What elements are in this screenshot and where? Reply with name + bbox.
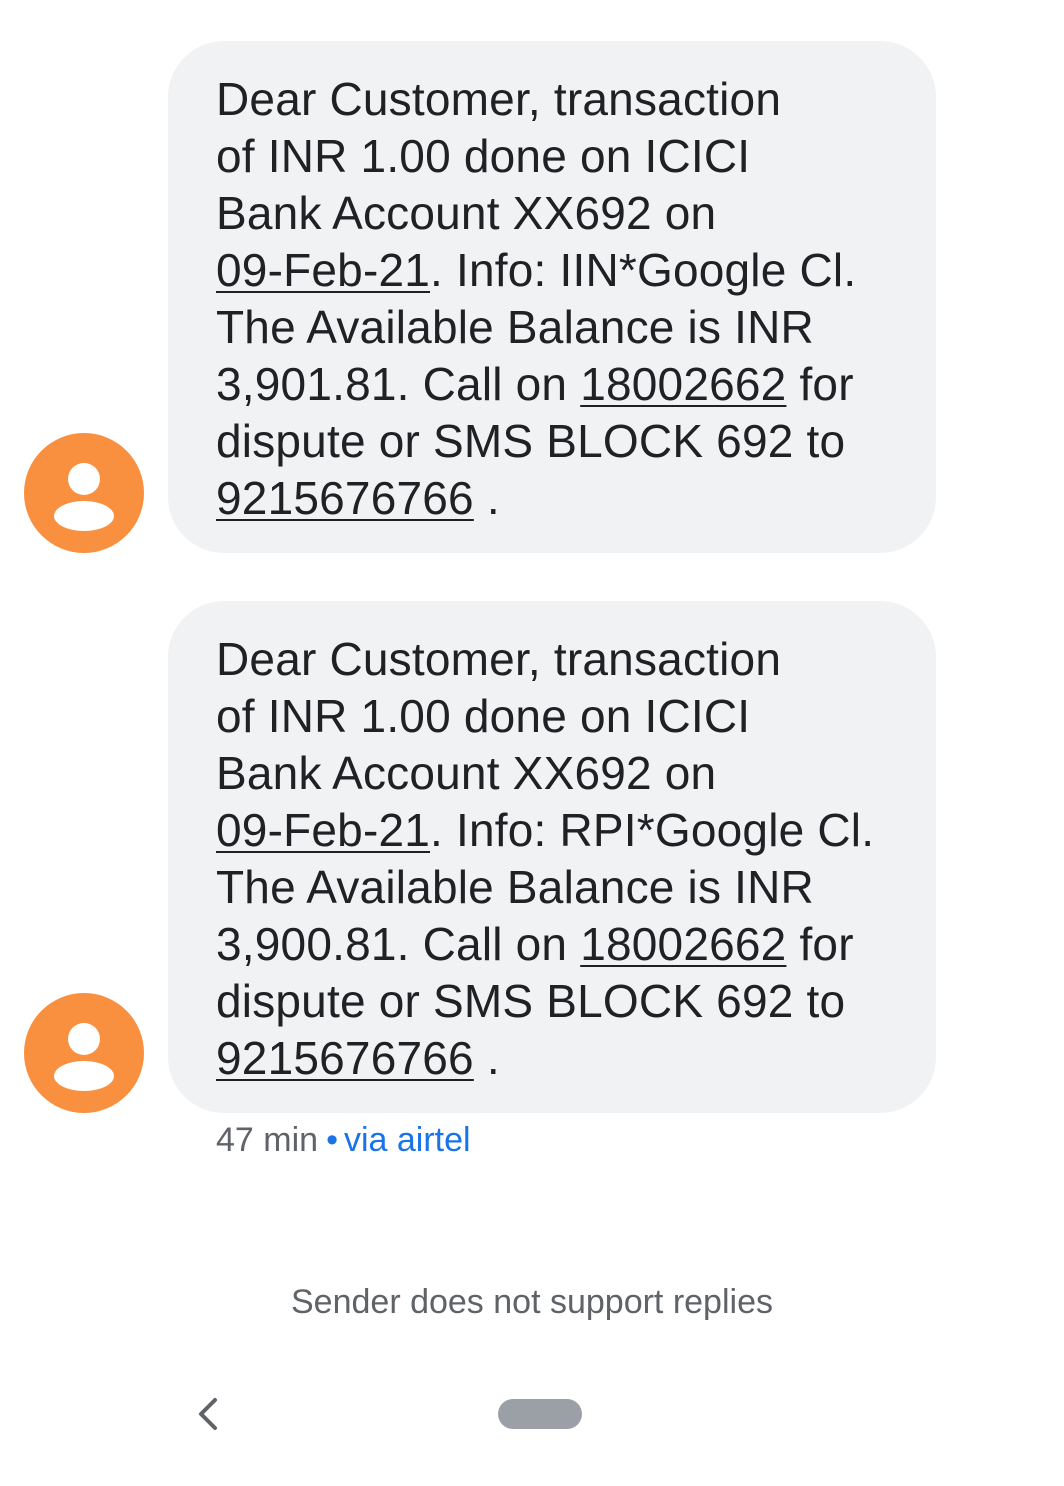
message-text: The Available Balance is INR (216, 301, 814, 353)
message-line: Dear Customer, transaction (216, 631, 896, 688)
person-icon (54, 463, 114, 531)
message-text: . (473, 472, 500, 524)
chevron-left-icon (199, 1398, 217, 1430)
message-bubble[interactable]: Dear Customer, transaction of INR 1.00 do… (168, 601, 936, 1113)
message-line: Dear Customer, transaction (216, 71, 896, 128)
message-text: dispute or SMS BLOCK 692 to (216, 975, 846, 1027)
home-pill[interactable] (498, 1399, 582, 1429)
message-line: 9215676766 . (216, 1030, 896, 1087)
message-meta: 47 min • via airtel (216, 1118, 471, 1162)
message-line: 09-Feb-21. Info: IIN*Google Cl. (216, 242, 896, 299)
message-text: 3,900.81. Call on (216, 918, 581, 970)
message-line: of INR 1.00 done on ICICI (216, 688, 896, 745)
message-line: 9215676766 . (216, 470, 896, 527)
message-line: dispute or SMS BLOCK 692 to (216, 413, 896, 470)
message-link[interactable]: 09-Feb-21 (216, 244, 430, 296)
message-line: The Available Balance is INR (216, 299, 896, 356)
message-line: of INR 1.00 done on ICICI (216, 128, 896, 185)
back-button[interactable] (188, 1392, 228, 1436)
no-reply-notice: Sender does not support replies (291, 1283, 773, 1321)
message-line: 09-Feb-21. Info: RPI*Google Cl. (216, 802, 896, 859)
message-text: Dear Customer, transaction (216, 633, 782, 685)
message-text: of INR 1.00 done on ICICI (216, 130, 751, 182)
message-text: . Info: IIN*Google Cl. (430, 244, 857, 296)
message-link[interactable]: 9215676766 (216, 472, 474, 524)
message-text: . Info: RPI*Google Cl. (430, 804, 875, 856)
message-line: dispute or SMS BLOCK 692 to (216, 973, 896, 1030)
message-line: 3,901.81. Call on 18002662 for (216, 356, 896, 413)
message-time: 47 min (216, 1121, 319, 1159)
message-text: Dear Customer, transaction (216, 73, 782, 125)
message-link[interactable]: 18002662 (580, 918, 786, 970)
message-line: Bank Account XX692 on (216, 185, 896, 242)
message-line: The Available Balance is INR (216, 859, 896, 916)
carrier-label[interactable]: via airtel (344, 1121, 471, 1159)
message-text: . (473, 1032, 500, 1084)
message-link[interactable]: 18002662 (580, 358, 786, 410)
message-line: Bank Account XX692 on (216, 745, 896, 802)
message-link[interactable]: 9215676766 (216, 1032, 474, 1084)
message-text: The Available Balance is INR (216, 861, 814, 913)
message-text: Bank Account XX692 on (216, 187, 717, 239)
message-text: 3,901.81. Call on (216, 358, 581, 410)
message-text: for (786, 358, 854, 410)
message-bubble[interactable]: Dear Customer, transaction of INR 1.00 do… (168, 41, 936, 553)
sender-avatar[interactable] (24, 993, 144, 1113)
meta-separator: • (326, 1121, 338, 1159)
person-icon (54, 1023, 114, 1091)
message-link[interactable]: 09-Feb-21 (216, 804, 430, 856)
message-text: of INR 1.00 done on ICICI (216, 690, 751, 742)
message-text: for (786, 918, 854, 970)
sender-avatar[interactable] (24, 433, 144, 553)
message-text: dispute or SMS BLOCK 692 to (216, 415, 846, 467)
message-text: Bank Account XX692 on (216, 747, 717, 799)
message-line: 3,900.81. Call on 18002662 for (216, 916, 896, 973)
